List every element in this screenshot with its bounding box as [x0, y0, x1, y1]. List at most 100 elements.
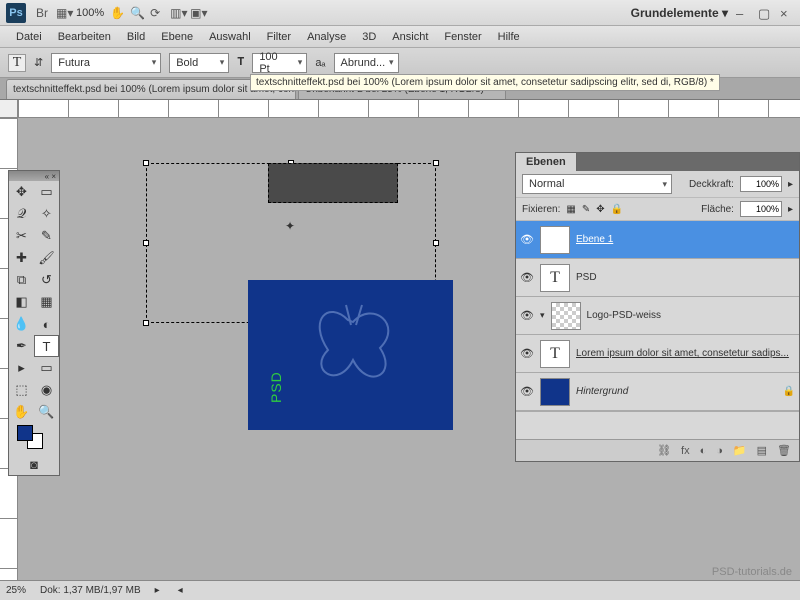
visibility-icon[interactable]: 👁: [520, 385, 534, 398]
3d-camera-tool[interactable]: ◉: [34, 379, 59, 401]
blur-tool[interactable]: 💧: [9, 313, 34, 335]
eraser-tool[interactable]: ◧: [9, 291, 34, 313]
menu-bearbeiten[interactable]: Bearbeiten: [50, 28, 119, 46]
delete-layer-icon[interactable]: 🗑: [777, 444, 791, 457]
status-flyout-icon[interactable]: ▸: [155, 585, 160, 596]
tooltip: textschnitteffekt.psd bei 100% (Lorem ip…: [250, 74, 720, 91]
font-size-dropdown[interactable]: 100 Pt: [252, 53, 307, 73]
quickmask-toggle[interactable]: ◙: [9, 453, 59, 475]
layer-row[interactable]: 👁 T Ebene 1: [516, 221, 799, 259]
layer-name[interactable]: PSD: [576, 272, 795, 283]
hand-icon[interactable]: ✋: [110, 6, 124, 20]
shape-tool[interactable]: ▭: [34, 357, 59, 379]
tools-panel-header[interactable]: « ×: [9, 171, 59, 181]
visibility-icon[interactable]: 👁: [520, 347, 534, 360]
font-weight-dropdown[interactable]: Bold: [169, 53, 229, 73]
gradient-tool[interactable]: ▦: [34, 291, 59, 313]
menu-auswahl[interactable]: Auswahl: [201, 28, 259, 46]
3d-tool[interactable]: ⬚: [9, 379, 34, 401]
stamp-tool[interactable]: ⧉: [9, 269, 34, 291]
layer-mask-icon[interactable]: ◐: [700, 445, 707, 457]
blend-mode-dropdown[interactable]: Normal: [522, 174, 672, 194]
link-arrow-icon[interactable]: ▾: [540, 310, 545, 321]
font-family-dropdown[interactable]: Futura: [51, 53, 161, 73]
hand-tool[interactable]: ✋: [9, 401, 34, 423]
adjustment-layer-icon[interactable]: ◑: [716, 445, 723, 457]
menu-ebene[interactable]: Ebene: [153, 28, 201, 46]
marquee-tool[interactable]: ▭: [34, 181, 59, 203]
group-icon[interactable]: 📁: [733, 444, 747, 457]
tab-ebenen[interactable]: Ebenen: [516, 153, 577, 171]
visibility-icon[interactable]: 👁: [520, 233, 534, 246]
layer-style-icon[interactable]: fx: [681, 445, 690, 457]
doc-size[interactable]: Dok: 1,37 MB/1,97 MB: [40, 585, 141, 596]
layer-name[interactable]: Hintergrund: [576, 386, 777, 397]
menu-hilfe[interactable]: Hilfe: [490, 28, 528, 46]
pen-tool[interactable]: ✒: [9, 335, 34, 357]
menu-3d[interactable]: 3D: [354, 28, 384, 46]
menu-analyse[interactable]: Analyse: [299, 28, 354, 46]
zoom-icon[interactable]: 🔍: [130, 6, 144, 20]
menu-filter[interactable]: Filter: [259, 28, 299, 46]
antialias-dropdown[interactable]: Abrund...: [334, 53, 399, 73]
close-button[interactable]: ×: [780, 6, 794, 20]
layer-row[interactable]: 👁 T Lorem ipsum dolor sit amet, consetet…: [516, 335, 799, 373]
color-swatches[interactable]: [9, 423, 59, 453]
path-select-tool[interactable]: ▸: [9, 357, 34, 379]
menu-bild[interactable]: Bild: [119, 28, 153, 46]
fill-input[interactable]: [740, 201, 782, 217]
visibility-icon[interactable]: 👁: [520, 309, 534, 322]
arrange-icon[interactable]: ▥▾: [170, 6, 184, 20]
layer-row[interactable]: 👁 Hintergrund 🔒: [516, 373, 799, 411]
lock-position-icon[interactable]: ✥: [596, 204, 604, 215]
brush-tool[interactable]: 🖌: [34, 247, 59, 269]
type-tool[interactable]: T: [34, 335, 59, 357]
move-tool[interactable]: ✥: [9, 181, 34, 203]
lock-transparency-icon[interactable]: ▦: [566, 204, 575, 215]
zoom-tool[interactable]: 🔍: [34, 401, 59, 423]
heal-tool[interactable]: ✚: [9, 247, 34, 269]
zoom-field[interactable]: 25%: [6, 585, 26, 596]
history-brush-tool[interactable]: ↺: [34, 269, 59, 291]
new-layer-icon[interactable]: ▤: [757, 444, 767, 457]
layer-row[interactable]: 👁 T PSD: [516, 259, 799, 297]
lock-all-icon[interactable]: 🔒: [611, 204, 623, 215]
menu-datei[interactable]: Datei: [8, 28, 50, 46]
zoom-level[interactable]: 100%: [76, 7, 104, 19]
maximize-button[interactable]: ▢: [758, 6, 772, 20]
bridge-icon[interactable]: Br: [36, 6, 50, 20]
orientation-icon[interactable]: ⇵: [34, 56, 43, 69]
layer-name[interactable]: Lorem ipsum dolor sit amet, consetetur s…: [576, 348, 795, 359]
menu-bar: Datei Bearbeiten Bild Ebene Auswahl Filt…: [0, 26, 800, 48]
scroll-left-icon[interactable]: ◂: [178, 585, 183, 596]
minimize-button[interactable]: –: [736, 6, 750, 20]
layer-name[interactable]: Ebene 1: [576, 234, 795, 245]
eyedropper-tool[interactable]: ✎: [34, 225, 59, 247]
menu-fenster[interactable]: Fenster: [436, 28, 489, 46]
lock-paint-icon[interactable]: ✎: [582, 204, 590, 215]
crop-tool[interactable]: ✂: [9, 225, 34, 247]
link-layers-icon[interactable]: ⛓: [657, 444, 671, 457]
visibility-icon[interactable]: 👁: [520, 271, 534, 284]
transform-center-icon[interactable]: ✦: [285, 219, 295, 233]
ruler-horizontal[interactable]: [18, 100, 800, 118]
opacity-flyout-icon[interactable]: ▸: [788, 179, 793, 190]
layer-thumb-solid: [540, 378, 570, 406]
layer-name[interactable]: Logo-PSD-weiss: [587, 310, 795, 321]
menu-ansicht[interactable]: Ansicht: [384, 28, 436, 46]
dodge-tool[interactable]: ◐: [34, 313, 59, 335]
options-bar: T ⇵ Futura Bold 𝐓 100 Pt aₐ Abrund... te…: [0, 48, 800, 78]
foreground-swatch[interactable]: [17, 425, 33, 441]
lock-label: Fixieren:: [522, 204, 560, 215]
tool-preset-icon[interactable]: T: [8, 54, 26, 72]
opacity-input[interactable]: [740, 176, 782, 192]
rotate-icon[interactable]: ⟳: [150, 6, 164, 20]
wand-tool[interactable]: ✧: [34, 203, 59, 225]
view-extras-icon[interactable]: ▦▾: [56, 6, 70, 20]
ruler-origin[interactable]: [0, 100, 18, 118]
fill-flyout-icon[interactable]: ▸: [788, 204, 793, 215]
workspace-switcher[interactable]: Grundelemente ▾: [631, 6, 728, 20]
screen-mode-icon[interactable]: ▣▾: [190, 6, 204, 20]
lasso-tool[interactable]: 𝒬: [9, 203, 34, 225]
layer-row[interactable]: 👁 ▾ Logo-PSD-weiss: [516, 297, 799, 335]
